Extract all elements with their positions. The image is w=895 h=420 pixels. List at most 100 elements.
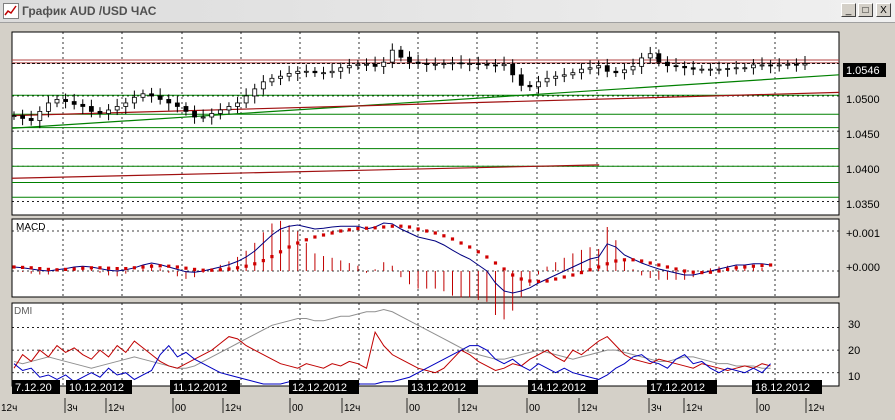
macd-tick-label: +0.001 bbox=[846, 228, 880, 240]
candle-body bbox=[45, 102, 51, 112]
time-label: 00 bbox=[759, 403, 771, 414]
candle-body bbox=[630, 65, 636, 71]
macd-signal-point bbox=[253, 262, 257, 266]
macd-signal-point bbox=[425, 229, 429, 233]
candle-body bbox=[673, 65, 679, 68]
macd-signal-point bbox=[158, 264, 162, 268]
candle-body bbox=[28, 118, 34, 121]
price-axis: 1.0500 1.0450 1.0400 1.0350 1.0546 bbox=[843, 63, 886, 211]
macd-tick-label: +0.000 bbox=[846, 262, 880, 274]
candle-body bbox=[312, 70, 318, 74]
candle-body bbox=[690, 67, 696, 70]
time-label: 12ч bbox=[686, 403, 702, 414]
date-label: 7.12.20 bbox=[15, 382, 52, 394]
candle-body bbox=[725, 68, 731, 70]
macd-signal-point bbox=[38, 267, 42, 271]
candle-body bbox=[742, 67, 748, 70]
date-label: 18.12.2012 bbox=[755, 382, 810, 394]
macd-signal-point bbox=[287, 245, 291, 249]
time-label: 12ч bbox=[808, 403, 824, 414]
price-tick-label: 1.0350 bbox=[846, 199, 880, 211]
candle-body bbox=[166, 99, 172, 104]
macd-signal-point bbox=[218, 268, 222, 272]
time-axis: 12ч 3ч 12ч 00 12ч 00 12ч 00 12ч 00 12ч 3ч 12ч 00 12ч bbox=[1, 398, 824, 414]
price-panel[interactable] bbox=[11, 31, 840, 216]
candle-body bbox=[639, 57, 645, 67]
date-label: 13.12.2012 bbox=[411, 382, 466, 394]
macd-signal-point bbox=[657, 263, 661, 267]
candle-body bbox=[97, 110, 103, 114]
candle-body bbox=[235, 102, 240, 107]
macd-signal-point bbox=[235, 266, 240, 270]
candle-body bbox=[596, 65, 602, 69]
macd-signal-point bbox=[588, 268, 592, 272]
candle-body bbox=[226, 106, 232, 111]
candle-body bbox=[510, 63, 516, 76]
dmi-panel[interactable] bbox=[11, 302, 840, 387]
candle-body bbox=[278, 75, 283, 79]
candle-body bbox=[467, 63, 473, 65]
candle-body bbox=[329, 70, 335, 74]
macd-signal-point bbox=[81, 266, 85, 270]
macd-signal-point bbox=[98, 266, 102, 270]
minimize-button[interactable]: _ bbox=[841, 3, 856, 17]
candle-body bbox=[751, 64, 756, 69]
candle-body bbox=[174, 102, 180, 107]
candle-body bbox=[682, 65, 688, 69]
candle-body bbox=[475, 63, 481, 65]
candle-body bbox=[579, 68, 584, 74]
time-label: 12ч bbox=[225, 403, 241, 414]
macd-signal-point bbox=[476, 250, 480, 254]
macd-signal-point bbox=[648, 261, 652, 265]
macd-signal-point bbox=[493, 261, 498, 265]
candle-body bbox=[131, 96, 137, 104]
candle-body bbox=[355, 63, 361, 67]
candle-body bbox=[708, 68, 713, 71]
time-label: 3ч bbox=[651, 403, 662, 414]
macd-signal-point bbox=[485, 255, 489, 259]
date-label: 10.12.2012 bbox=[69, 382, 124, 394]
macd-signal-point bbox=[124, 267, 128, 271]
macd-signal-point bbox=[717, 269, 721, 273]
macd-signal-point bbox=[382, 225, 386, 229]
macd-signal-point bbox=[115, 267, 119, 271]
macd-signal-point bbox=[356, 227, 360, 231]
candle-body bbox=[149, 93, 154, 97]
macd-signal-point bbox=[339, 229, 343, 233]
candle-body bbox=[665, 61, 670, 67]
macd-signal-point bbox=[519, 277, 523, 281]
macd-signal-point bbox=[347, 228, 351, 232]
candle-body bbox=[450, 62, 455, 65]
macd-signal-point bbox=[313, 235, 317, 239]
candle-body bbox=[338, 67, 344, 72]
maximize-button[interactable]: □ bbox=[858, 3, 873, 17]
macd-signal-point bbox=[708, 270, 713, 274]
candle-body bbox=[364, 63, 369, 66]
candle-body bbox=[544, 77, 550, 83]
macd-signal-point bbox=[734, 266, 738, 270]
candle-body bbox=[20, 115, 25, 119]
macd-signal-point bbox=[683, 269, 687, 273]
candle-body bbox=[71, 101, 77, 105]
candle-body bbox=[432, 63, 438, 66]
candle-body bbox=[183, 106, 189, 112]
macd-signal-point bbox=[579, 271, 584, 275]
candle-body bbox=[80, 103, 86, 107]
candle-body bbox=[553, 75, 559, 79]
candle-body bbox=[699, 68, 705, 71]
close-button[interactable]: X bbox=[876, 3, 891, 17]
time-label: 12ч bbox=[1, 403, 17, 414]
candle-body bbox=[776, 64, 782, 67]
candle-body bbox=[613, 70, 619, 74]
macd-signal-point bbox=[459, 241, 463, 245]
macd-signal-point bbox=[304, 238, 308, 242]
candle-body bbox=[570, 72, 576, 76]
macd-signal-point bbox=[700, 271, 704, 275]
time-label: 12ч bbox=[108, 403, 124, 414]
macd-signal-point bbox=[106, 266, 111, 270]
macd-signal-point bbox=[528, 279, 532, 283]
candle-body bbox=[458, 62, 464, 65]
candle-body bbox=[407, 56, 412, 63]
time-label: 12ч bbox=[344, 403, 360, 414]
macd-signal-point bbox=[416, 227, 420, 231]
